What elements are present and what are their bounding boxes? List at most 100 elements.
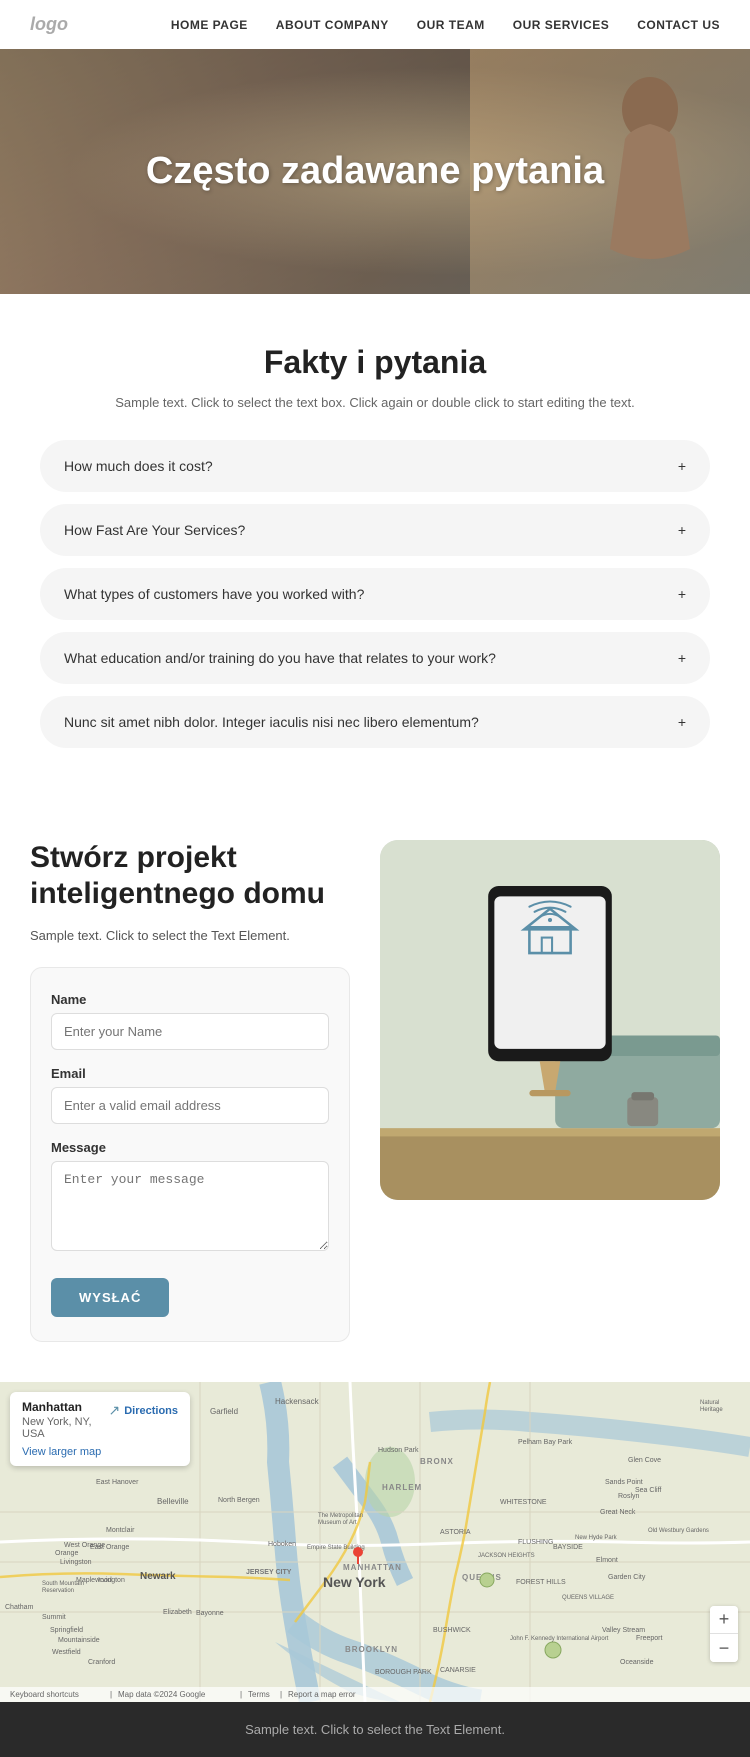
nav-item-team[interactable]: OUR TEAM — [417, 16, 485, 34]
svg-text:Oceanside: Oceanside — [620, 1659, 654, 1666]
email-label: Email — [51, 1066, 329, 1081]
svg-text:Freeport: Freeport — [636, 1635, 663, 1642]
svg-text:JERSEY CITY: JERSEY CITY — [246, 1569, 292, 1576]
faq-item-5[interactable]: Nunc sit amet nibh dolor. Integer iaculi… — [40, 696, 710, 748]
svg-text:BUSHWICK: BUSHWICK — [433, 1627, 471, 1634]
svg-text:Hoboken: Hoboken — [268, 1541, 296, 1548]
svg-text:Hackensack: Hackensack — [275, 1397, 320, 1406]
svg-text:Sands Point: Sands Point — [605, 1479, 643, 1486]
faq-title: Fakty i pytania — [40, 344, 710, 381]
svg-text:East Orange: East Orange — [90, 1544, 129, 1551]
faq-expand-icon-4: + — [678, 650, 686, 666]
faq-expand-icon-2: + — [678, 522, 686, 538]
svg-text:FOREST HILLS: FOREST HILLS — [516, 1579, 566, 1586]
svg-text:Newark: Newark — [140, 1571, 176, 1582]
faq-item-4[interactable]: What education and/or training do you ha… — [40, 632, 710, 684]
smart-home-left: Stwórz projekt inteligentnego domu Sampl… — [30, 840, 350, 1342]
svg-text:Westfield: Westfield — [52, 1649, 81, 1656]
svg-text:New Hyde Park: New Hyde Park — [575, 1535, 618, 1541]
svg-text:Elmont: Elmont — [596, 1557, 618, 1564]
email-form-group: Email — [51, 1066, 329, 1124]
faq-item-2[interactable]: How Fast Are Your Services? + — [40, 504, 710, 556]
smart-home-section: Stwórz projekt inteligentnego domu Sampl… — [0, 790, 750, 1382]
nav-item-about[interactable]: ABOUT COMPANY — [276, 16, 389, 34]
svg-text:BAYSIDE: BAYSIDE — [553, 1544, 583, 1551]
smart-home-right — [380, 840, 720, 1200]
svg-text:Garden City: Garden City — [608, 1574, 646, 1581]
nav-links: HOME PAGE ABOUT COMPANY OUR TEAM OUR SER… — [171, 16, 720, 34]
svg-text:Valley Stream: Valley Stream — [602, 1627, 645, 1634]
svg-text:John F. Kennedy International: John F. Kennedy International Airport — [510, 1636, 609, 1642]
name-label: Name — [51, 992, 329, 1007]
svg-text:Orange: Orange — [55, 1550, 78, 1557]
faq-expand-icon-1: + — [678, 458, 686, 474]
svg-text:East Hanover: East Hanover — [96, 1479, 139, 1486]
faq-expand-icon-3: + — [678, 586, 686, 602]
faq-section: Fakty i pytania Sample text. Click to se… — [0, 294, 750, 790]
faq-item-3[interactable]: What types of customers have you worked … — [40, 568, 710, 620]
smart-home-description: Sample text. Click to select the Text El… — [30, 928, 350, 943]
message-label: Message — [51, 1140, 329, 1155]
faq-question-4: What education and/or training do you ha… — [64, 650, 496, 666]
svg-text:FLUSHING: FLUSHING — [518, 1539, 553, 1546]
svg-text:|: | — [280, 1690, 282, 1699]
hero-title: Często zadawane pytania — [86, 150, 664, 193]
svg-text:Cranford: Cranford — [88, 1659, 115, 1666]
view-larger-map-link[interactable]: View larger map — [22, 1446, 101, 1458]
directions-button[interactable]: Directions — [124, 1405, 178, 1417]
svg-text:ASTORIA: ASTORIA — [440, 1529, 471, 1536]
svg-text:Map data ©2024 Google: Map data ©2024 Google — [118, 1690, 206, 1699]
zoom-in-button[interactable]: + — [710, 1606, 738, 1634]
svg-text:Pelham Bay Park: Pelham Bay Park — [518, 1439, 573, 1446]
faq-subtitle: Sample text. Click to select the text bo… — [40, 395, 710, 410]
navigation: logo HOME PAGE ABOUT COMPANY OUR TEAM OU… — [0, 0, 750, 49]
svg-text:Belleville: Belleville — [157, 1497, 189, 1506]
svg-text:Old Westbury Gardens: Old Westbury Gardens — [648, 1528, 709, 1534]
svg-text:Springfield: Springfield — [50, 1627, 83, 1634]
contact-form: Name Email Message WYSŁAĆ — [30, 967, 350, 1342]
svg-text:HARLEM: HARLEM — [382, 1483, 422, 1492]
svg-text:Bayonne: Bayonne — [196, 1610, 224, 1617]
svg-text:BROOKLYN: BROOKLYN — [345, 1645, 398, 1654]
email-input[interactable] — [51, 1087, 329, 1124]
faq-question-5: Nunc sit amet nibh dolor. Integer iaculi… — [64, 714, 479, 730]
svg-text:New York: New York — [323, 1574, 386, 1590]
svg-text:WHITESTONE: WHITESTONE — [500, 1499, 547, 1506]
svg-text:CANARSIE: CANARSIE — [440, 1667, 476, 1674]
zoom-controls: + − — [710, 1606, 738, 1662]
svg-text:The Metropolitan: The Metropolitan — [318, 1513, 363, 1519]
svg-text:JACKSON HEIGHTS: JACKSON HEIGHTS — [478, 1553, 535, 1559]
svg-text:MANHATTAN: MANHATTAN — [343, 1563, 402, 1572]
name-input[interactable] — [51, 1013, 329, 1050]
footer-text: Sample text. Click to select the Text El… — [30, 1722, 720, 1737]
svg-text:QUEENS VILLAGE: QUEENS VILLAGE — [562, 1595, 614, 1601]
faq-question-2: How Fast Are Your Services? — [64, 522, 245, 538]
faq-expand-icon-5: + — [678, 714, 686, 730]
zoom-out-button[interactable]: − — [710, 1634, 738, 1662]
nav-item-home[interactable]: HOME PAGE — [171, 16, 248, 34]
name-form-group: Name — [51, 992, 329, 1050]
svg-text:Report a map error: Report a map error — [288, 1690, 356, 1699]
svg-text:North Bergen: North Bergen — [218, 1497, 260, 1504]
svg-text:Glen Cove: Glen Cove — [628, 1457, 661, 1464]
svg-text:|: | — [110, 1690, 112, 1699]
nav-item-contact[interactable]: CONTACT US — [637, 16, 720, 34]
svg-text:Keyboard shortcuts: Keyboard shortcuts — [10, 1690, 79, 1699]
svg-text:Roslyn: Roslyn — [618, 1493, 640, 1500]
svg-text:Reservation: Reservation — [42, 1588, 74, 1594]
message-input[interactable] — [51, 1161, 329, 1251]
directions-arrow-icon: ↗ — [108, 1402, 120, 1419]
svg-text:Chatham: Chatham — [5, 1604, 34, 1611]
location-sub: New York, NY, USA — [22, 1416, 108, 1440]
location-name: Manhattan — [22, 1400, 108, 1414]
svg-text:Natural: Natural — [700, 1400, 719, 1406]
faq-item-1[interactable]: How much does it cost? + — [40, 440, 710, 492]
tablet-image — [380, 840, 720, 1200]
svg-text:Garfield: Garfield — [210, 1407, 238, 1416]
submit-button[interactable]: WYSŁAĆ — [51, 1278, 169, 1317]
footer: Sample text. Click to select the Text El… — [0, 1702, 750, 1757]
svg-text:Irvington: Irvington — [98, 1577, 125, 1584]
svg-text:Elizabeth: Elizabeth — [163, 1609, 192, 1616]
svg-text:Summit: Summit — [42, 1614, 66, 1621]
nav-item-services[interactable]: OUR SERVICES — [513, 16, 609, 34]
